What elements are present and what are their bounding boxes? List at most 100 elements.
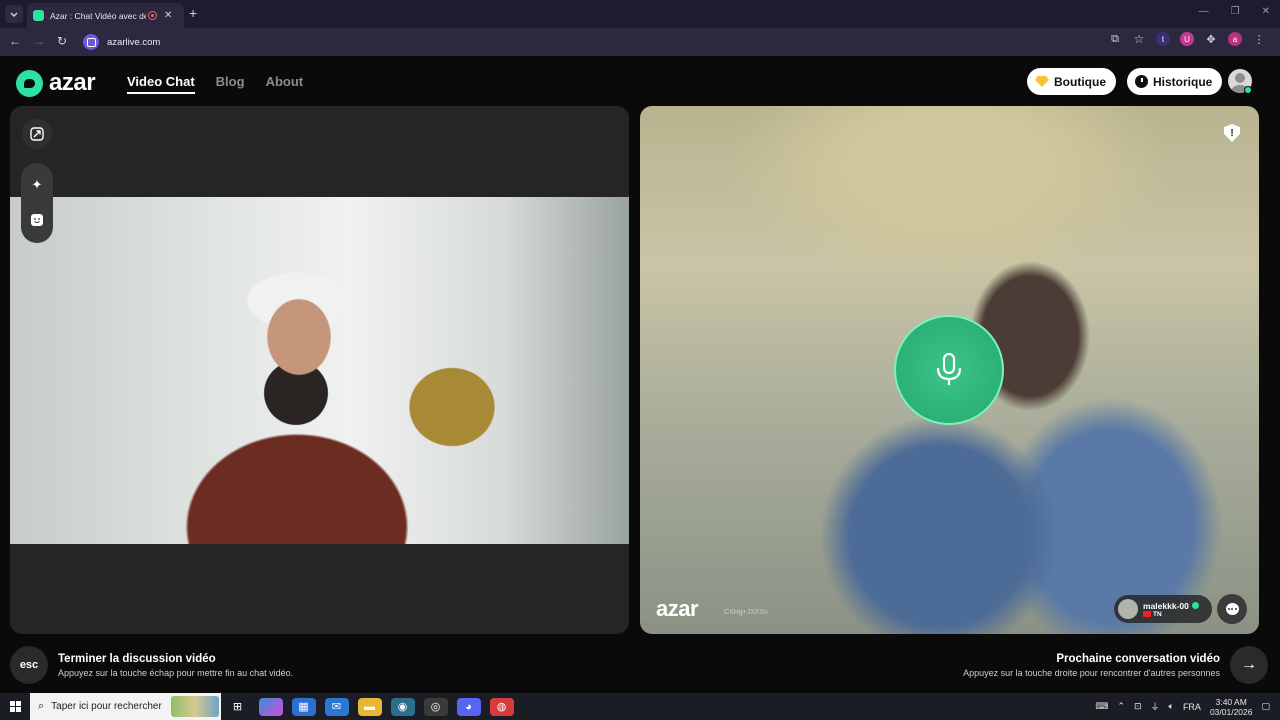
end-chat-title: Terminer la discussion vidéo [58,652,216,665]
online-status-icon [1244,86,1252,94]
peer-profile-chip[interactable]: malekkk-00 TN [1114,595,1212,623]
window-controls: — ❐ ✕ [1199,6,1270,17]
chevron-down-icon [10,12,18,17]
expand-icon [30,127,44,141]
peer-name: malekkk-00 [1143,600,1189,611]
azar-logo[interactable]: azar [16,69,96,97]
close-window-icon[interactable]: ✕ [1262,6,1270,17]
tab-title: Azar : Chat Vidéo avec de n [50,10,146,21]
peer-avatar [1118,599,1138,619]
microphone-icon [936,352,962,385]
logo-text: azar [49,69,96,96]
session-id: CXHg+JXXSs [724,609,768,616]
mail-icon[interactable]: ✉ [324,697,349,716]
effects-toolbar: ✦ [21,163,53,243]
end-chat-hint: esc Terminer la discussion vidéo Appuyez… [10,646,293,684]
clock-icon [1135,75,1148,88]
network-icon[interactable]: ⊡ [1134,701,1142,712]
discord-icon[interactable]: ◕ [456,697,481,716]
nav-video-chat[interactable]: Video Chat [127,74,195,94]
sparkle-icon: ✦ [31,177,43,192]
recording-indicator-icon [148,11,157,20]
azar-favicon-icon [33,10,44,21]
install-app-icon[interactable]: ⧉ [1108,32,1122,46]
next-chat-hint: Prochaine conversation vidéo Appuyez sur… [963,646,1268,684]
edge-browser-icon[interactable]: ◉ [390,697,415,716]
taskbar-clock[interactable]: 3:40 AM 03/01/2026 [1210,697,1253,717]
mask-button[interactable] [22,205,52,235]
diamond-icon [1035,76,1049,87]
restore-icon[interactable]: ❐ [1231,6,1240,17]
language-indicator[interactable]: FRA [1183,702,1201,712]
face-mask-icon [31,214,43,226]
azar-logo-icon [16,69,43,97]
self-camera-feed [10,197,629,544]
clock-date: 03/01/2026 [1209,706,1253,717]
browser-tab-azar[interactable]: Azar : Chat Vidéo avec de n ✕ [27,3,184,28]
mic-button[interactable] [894,315,1004,425]
chrome-icon[interactable]: ◍ [489,697,514,716]
recorder-icon[interactable]: ◎ [423,697,448,716]
tab-search-button[interactable] [5,5,23,23]
expand-button[interactable] [22,119,52,149]
url-text: azarlive.com [107,36,161,48]
notifications-icon[interactable]: ▢ [1261,701,1270,712]
next-button[interactable]: → [1230,646,1268,684]
history-label: Historique [1153,74,1213,89]
site-info-icon[interactable] [83,34,99,50]
shop-label: Boutique [1054,74,1106,89]
shop-button[interactable]: Boutique [1027,68,1116,95]
minimize-icon[interactable]: — [1199,6,1209,17]
azar-watermark: azar [656,596,699,621]
next-chat-title: Prochaine conversation vidéo [1056,652,1220,665]
back-icon[interactable]: ← [9,34,21,48]
history-button[interactable]: Historique [1127,68,1223,95]
show-hidden-icons-icon[interactable]: ⌃ [1117,701,1125,712]
chat-bubble-icon [1225,603,1239,615]
reload-icon[interactable]: ↻ [57,34,67,48]
taskbar-search[interactable]: ⌕ Taper ici pour rechercher [30,693,221,720]
new-tab-button[interactable]: + [189,5,197,21]
copilot-icon[interactable] [258,697,283,716]
verified-icon [1191,601,1199,609]
extension-t-icon[interactable]: t [1156,32,1170,46]
nav-about[interactable]: About [266,74,304,94]
extensions-puzzle-icon[interactable]: ✥ [1204,32,1218,46]
peer-country: TN [1153,610,1162,618]
address-bar[interactable]: azarlive.com [79,31,1142,53]
close-tab-icon[interactable]: ✕ [164,10,172,21]
azar-page: azar Video Chat Blog About Boutique Hist… [0,56,1280,693]
keyboard-layout-icon[interactable]: ⌨ [1095,701,1108,712]
main-nav: Video Chat Blog About [127,74,303,94]
chat-button[interactable] [1217,594,1247,624]
clock-time: 3:40 AM [1215,696,1247,707]
start-button[interactable] [0,701,30,712]
esc-key-button[interactable]: esc [10,646,48,684]
nav-blog[interactable]: Blog [216,74,245,94]
system-tray: ⌨ ⌃ ⊡ ⏚ 🔈︎ FRA 3:40 AM 03/01/2026 ▢ [1095,693,1270,720]
search-icon: ⌕ [38,700,45,712]
forward-icon[interactable]: → [33,34,45,48]
browser-tab-bar: Azar : Chat Vidéo avec de n ✕ + — ❐ ✕ [0,0,1280,28]
search-highlight-image [171,696,219,717]
windows-taskbar: ⌕ Taper ici pour rechercher ⊞ ▦ ✉ ▬ ◉ ◎ … [0,693,1280,720]
end-chat-subtitle: Appuyez sur la touche échap pour mettre … [58,667,294,678]
store-icon[interactable]: ▦ [291,697,316,716]
remote-video-panel: ! azar CXHg+JXXSs malekkk-00 TN [640,106,1259,634]
effects-button[interactable]: ✦ [22,170,52,200]
bookmark-star-icon[interactable]: ☆ [1132,32,1146,46]
file-explorer-icon[interactable]: ▬ [357,697,382,716]
arrow-right-icon: → [1241,656,1257,673]
next-chat-subtitle: Appuyez sur la touche droite pour rencon… [963,667,1220,678]
browser-toolbar: ← → ↻ azarlive.com ⧉ ☆ t U ✥ a ⋮ [0,28,1280,56]
windows-logo-icon [9,701,21,712]
microphone-tray-icon[interactable]: ⏚ [1151,700,1160,713]
task-view-icon[interactable]: ⊞ [226,698,250,716]
profile-avatar-icon[interactable]: a [1228,32,1242,46]
tunisia-flag-icon [1143,610,1151,617]
browser-menu-icon[interactable]: ⋮ [1252,32,1266,46]
volume-icon[interactable]: 🔈︎ [1169,701,1174,712]
search-placeholder: Taper ici pour rechercher [51,701,162,712]
extension-u-icon[interactable]: U [1180,32,1194,46]
self-video-panel: ✦ [10,106,629,634]
